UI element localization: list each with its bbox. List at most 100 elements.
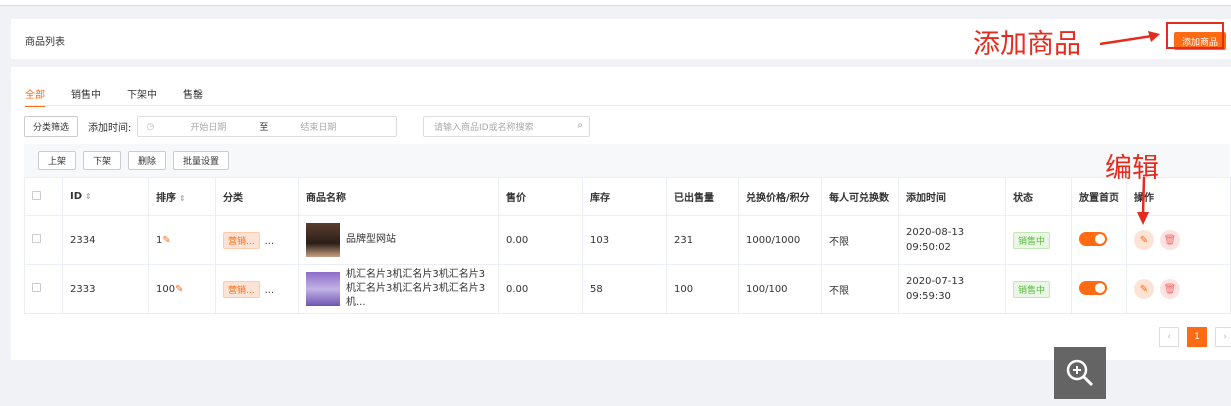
edit-icon[interactable]: ✎ xyxy=(1134,279,1154,299)
cell-actions: ✎ 🗑 xyxy=(1126,264,1231,314)
page-title: 商品列表 xyxy=(25,37,65,48)
cell-sold: 100 xyxy=(666,264,739,314)
pencil-icon[interactable]: ✎ xyxy=(175,284,183,295)
category-more[interactable]: ... xyxy=(265,236,275,247)
col-exchange: 兑换价格/积分 xyxy=(738,177,822,216)
cell-added: 2020-07-13 09:59:30 xyxy=(898,264,1006,314)
category-filter-button[interactable]: 分类筛选 xyxy=(24,116,79,137)
category-tag: 营销... xyxy=(223,280,260,298)
table-row: 2334 1✎ 营销...... 品牌型网站 0.00 103 231 1000… xyxy=(24,215,1231,265)
delete-button[interactable]: 删除 xyxy=(128,151,167,170)
tab-off-shelf[interactable]: 下架中 xyxy=(127,86,157,107)
prev-page-button[interactable]: ‹ xyxy=(1159,327,1179,347)
cell-limit: 不限 xyxy=(821,215,899,265)
select-all-checkbox[interactable] xyxy=(32,190,41,200)
pencil-icon[interactable]: ✎ xyxy=(162,235,170,246)
date-separator: 至 xyxy=(259,123,269,133)
edit-icon[interactable]: ✎ xyxy=(1134,230,1154,250)
start-date-input[interactable]: 开始日期 xyxy=(190,120,226,133)
col-sold: 已出售量 xyxy=(666,177,739,216)
page-1-button[interactable]: 1 xyxy=(1187,327,1207,347)
main-card: 全部 销售中 下架中 售罄 分类筛选 添加时间: ◷ 开始日期 至 结束日期 请… xyxy=(11,67,1231,360)
product-table: ID ⇕ 排序 ⇕ 分类 商品名称 售价 库存 已出售量 兑换价格/积分 每人可兑换… xyxy=(24,177,1231,314)
cell-sold: 231 xyxy=(666,215,739,265)
status-badge: 销售中 xyxy=(1013,280,1051,298)
row-checkbox[interactable] xyxy=(32,234,41,243)
trash-icon[interactable]: 🗑 xyxy=(1160,279,1180,299)
annotation-arrow-right-icon xyxy=(1099,31,1160,46)
date-label: 添加时间: xyxy=(88,123,132,134)
col-added: 添加时间 xyxy=(898,177,1006,216)
cell-name: 品牌型网站 xyxy=(298,215,499,265)
clock-icon: ◷ xyxy=(146,121,155,132)
col-limit: 每人可兑换数 xyxy=(821,177,899,216)
col-price: 售价 xyxy=(498,177,583,216)
cell-exchange: 1000/1000 xyxy=(738,215,822,265)
cell-category: 营销...... xyxy=(215,264,299,314)
annotation-add-label: 添加商品 xyxy=(973,29,1081,60)
on-shelf-button[interactable]: 上架 xyxy=(38,151,77,170)
product-thumbnail xyxy=(306,272,340,306)
product-name[interactable]: 机汇名片3机汇名片3机汇名片3机汇名片3机汇名片3机汇名片3机... xyxy=(346,268,491,310)
tab-sold-out[interactable]: 售罄 xyxy=(183,86,203,107)
col-category: 分类 xyxy=(215,177,299,216)
status-badge: 销售中 xyxy=(1013,231,1051,249)
row-checkbox[interactable] xyxy=(32,283,41,292)
cell-limit: 不限 xyxy=(821,264,899,314)
sort-icon[interactable]: ⇕ xyxy=(179,194,186,203)
cell-status: 销售中 xyxy=(1005,215,1072,265)
cell-category: 营销...... xyxy=(215,215,299,265)
col-sort[interactable]: 排序 ⇕ xyxy=(148,177,216,216)
home-toggle[interactable] xyxy=(1079,231,1107,246)
top-divider xyxy=(0,0,1231,6)
pagination: ‹ 1 › xyxy=(1159,327,1231,347)
next-page-button[interactable]: › xyxy=(1215,327,1231,347)
tab-divider xyxy=(25,105,1231,106)
col-name: 商品名称 xyxy=(298,177,499,216)
table-header-row: ID ⇕ 排序 ⇕ 分类 商品名称 售价 库存 已出售量 兑换价格/积分 每人可兑换… xyxy=(24,177,1231,216)
cell-stock: 103 xyxy=(582,215,667,265)
off-shelf-button[interactable]: 下架 xyxy=(83,151,122,170)
cell-home xyxy=(1071,215,1127,265)
end-date-input[interactable]: 结束日期 xyxy=(300,120,336,133)
tab-on-sale[interactable]: 销售中 xyxy=(71,86,101,107)
search-input[interactable]: 请输入商品ID或名称搜索 ⌕ xyxy=(423,116,590,137)
table-row: 2333 100✎ 营销...... 机汇名片3机汇名片3机汇名片3机汇名片3机… xyxy=(24,264,1231,314)
col-id[interactable]: ID ⇕ xyxy=(62,177,149,216)
cell-exchange: 100/100 xyxy=(738,264,822,314)
product-name[interactable]: 品牌型网站 xyxy=(346,233,396,247)
zoom-in-icon xyxy=(1066,359,1094,387)
cell-id: 2333 xyxy=(62,264,149,314)
category-tag: 营销... xyxy=(223,231,260,249)
search-icon[interactable]: ⌕ xyxy=(577,120,583,131)
col-stock: 库存 xyxy=(582,177,667,216)
annotation-arrow-down-icon xyxy=(1137,177,1149,225)
cell-sort[interactable]: 100✎ xyxy=(148,264,216,314)
search-placeholder: 请输入商品ID或名称搜索 xyxy=(434,123,534,133)
cell-status: 销售中 xyxy=(1005,264,1072,314)
date-range-picker[interactable]: ◷ 开始日期 至 结束日期 xyxy=(137,116,398,137)
product-thumbnail xyxy=(306,223,340,257)
trash-icon[interactable]: 🗑 xyxy=(1160,230,1180,250)
category-more[interactable]: ... xyxy=(265,285,275,296)
bulk-action-bar: 上架 下架 删除 批量设置 xyxy=(24,144,1230,177)
cell-name: 机汇名片3机汇名片3机汇名片3机汇名片3机汇名片3机汇名片3机... xyxy=(298,264,499,314)
cell-home xyxy=(1071,264,1127,314)
col-status: 状态 xyxy=(1005,177,1072,216)
cell-stock: 58 xyxy=(582,264,667,314)
annotation-edit-label: 编辑 xyxy=(1105,153,1159,184)
zoom-in-button[interactable] xyxy=(1054,347,1106,399)
cell-id: 2334 xyxy=(62,215,149,265)
tab-all[interactable]: 全部 xyxy=(25,86,45,107)
status-tabs: 全部 销售中 下架中 售罄 xyxy=(25,86,229,107)
cell-added: 2020-08-13 09:50:02 xyxy=(898,215,1006,265)
filter-row: 分类筛选 添加时间: ◷ 开始日期 至 结束日期 请输入商品ID或名称搜索 ⌕ xyxy=(24,116,590,137)
home-toggle[interactable] xyxy=(1079,280,1107,295)
cell-sort[interactable]: 1✎ xyxy=(148,215,216,265)
annotation-highlight-box xyxy=(1166,22,1224,49)
sort-icon[interactable]: ⇕ xyxy=(85,192,92,201)
batch-settings-button[interactable]: 批量设置 xyxy=(173,151,230,170)
cell-price: 0.00 xyxy=(498,215,583,265)
select-all-cell[interactable] xyxy=(24,177,63,216)
cell-price: 0.00 xyxy=(498,264,583,314)
